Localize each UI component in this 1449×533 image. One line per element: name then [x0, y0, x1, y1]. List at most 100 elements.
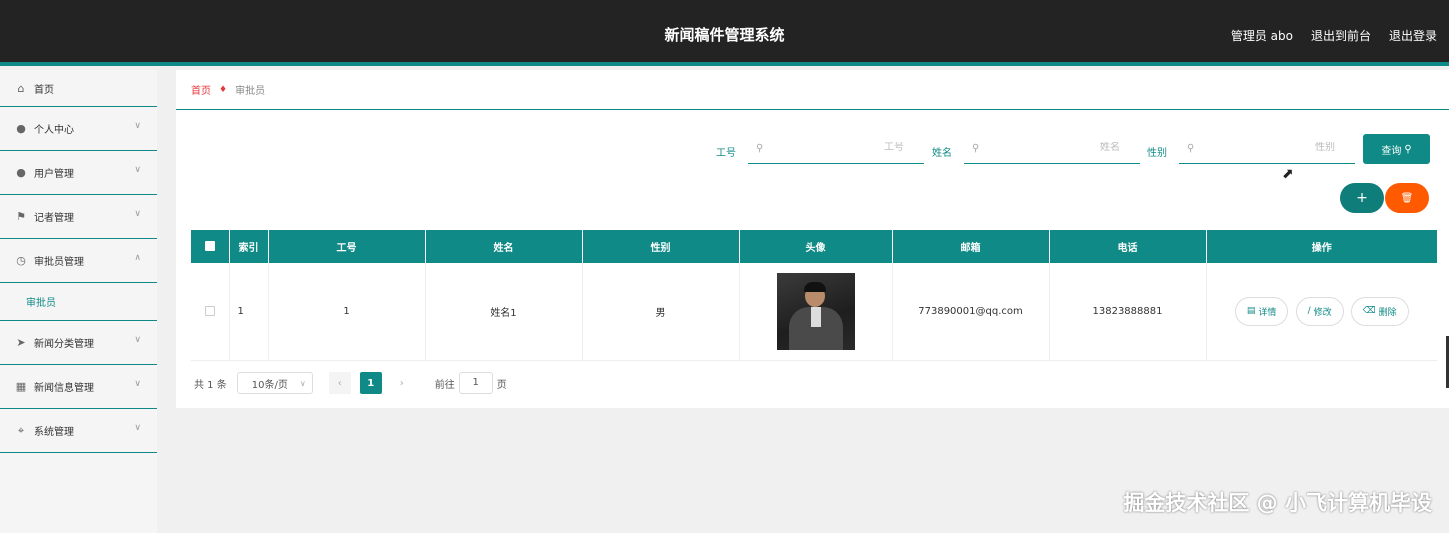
- cell-avatar: [739, 263, 893, 361]
- sidebar-item-label: 系统管理: [34, 427, 74, 438]
- cell-email: 773890001@qq.com: [892, 263, 1050, 361]
- main-area: 首页 ♦ 审批员 工号 ⚲ 姓名 ⚲ 性别 ⚲ 查询 ⚲: [176, 70, 1449, 410]
- sidebar-item-label: 用户管理: [34, 169, 74, 180]
- sidebar-item-home[interactable]: ⌂ 首页: [0, 70, 157, 107]
- col-header-name: 姓名: [425, 230, 583, 263]
- col-header-actions: 操作: [1206, 230, 1437, 263]
- document-icon: ▤: [1246, 306, 1256, 317]
- cell-job-no: 1: [268, 263, 426, 361]
- search-icon: ⚲: [972, 143, 980, 154]
- col-header-gender: 性别: [582, 230, 740, 263]
- goto-page-input[interactable]: 1: [458, 372, 493, 394]
- sidebar-item-system[interactable]: ⌖ 系统管理 ∨: [0, 409, 157, 453]
- table-header-row: 索引 工号 姓名 性别 头像 邮箱 电话 操作: [191, 230, 1437, 263]
- row-select-cell[interactable]: [191, 263, 230, 361]
- detail-button[interactable]: ▤ 详情: [1234, 296, 1289, 326]
- query-button[interactable]: 查询 ⚲: [1363, 134, 1430, 164]
- breadcrumb-separator-icon: ♦: [219, 84, 228, 95]
- query-button-label: 查询: [1381, 145, 1402, 157]
- sidebar-item-label: 个人中心: [34, 125, 74, 136]
- sidebar-item-label: 新闻信息管理: [34, 383, 94, 394]
- page-size-value: 10条/页: [251, 379, 288, 391]
- sidebar-subitem-approver[interactable]: 审批员: [0, 283, 157, 321]
- sidebar-item-label: 首页: [34, 84, 54, 96]
- page-size-select[interactable]: 10条/页 ∨: [236, 372, 313, 394]
- content-panel: 工号 ⚲ 姓名 ⚲ 性别 ⚲ 查询 ⚲ + 🗑: [176, 110, 1449, 408]
- flag-icon: ⚑: [16, 210, 26, 223]
- search-field-job-no[interactable]: ⚲: [748, 136, 924, 164]
- current-page-button[interactable]: 1: [359, 372, 382, 394]
- search-field-gender[interactable]: ⚲: [1179, 136, 1355, 164]
- search-icon: ⚲: [1187, 143, 1195, 154]
- crop-icon: ⌖: [17, 423, 25, 437]
- edit-button-label: 修改: [1313, 307, 1332, 318]
- logout-link[interactable]: 退出登录: [1389, 27, 1437, 44]
- send-icon: ➤: [16, 336, 26, 349]
- search-field-name[interactable]: ⚲: [964, 136, 1140, 164]
- clock-icon: ◷: [16, 254, 26, 267]
- sidebar-item-label: 新闻分类管理: [34, 339, 94, 350]
- breadcrumb-home[interactable]: 首页: [191, 82, 211, 97]
- select-all-checkbox[interactable]: [204, 241, 215, 251]
- sidebar-item-users[interactable]: ● 用户管理 ∨: [0, 151, 157, 195]
- gender-input[interactable]: [1205, 142, 1335, 153]
- edit-icon: ∕: [1307, 306, 1311, 317]
- sidebar-item-label: 审批员管理: [34, 257, 84, 268]
- trash-icon: ⌫: [1362, 306, 1376, 317]
- job-no-input[interactable]: [774, 142, 904, 153]
- total-count: 共 1 条: [194, 379, 227, 391]
- search-icon: ⚲: [1404, 143, 1412, 155]
- sidebar-item-label: 记者管理: [34, 213, 74, 224]
- sidebar-item-news-category[interactable]: ➤ 新闻分类管理 ∨: [0, 321, 157, 365]
- goto-label: 前往: [434, 379, 455, 391]
- chevron-down-icon: ∨: [134, 209, 141, 219]
- search-label-name: 姓名: [932, 148, 952, 159]
- row-delete-button[interactable]: ⌫ 删除: [1350, 296, 1409, 326]
- search-icon: ⚲: [756, 143, 764, 154]
- add-button[interactable]: +: [1340, 183, 1384, 213]
- edit-button[interactable]: ∕ 修改: [1295, 296, 1344, 326]
- sidebar-item-news-info[interactable]: ▦ 新闻信息管理 ∨: [0, 365, 157, 409]
- breadcrumb: 首页 ♦ 审批员: [176, 70, 1449, 110]
- mouse-cursor-icon: ⬈: [1282, 166, 1294, 182]
- back-to-front-link[interactable]: 退出到前台: [1311, 27, 1371, 44]
- delete-batch-button[interactable]: 🗑: [1385, 183, 1429, 213]
- col-header-job-no: 工号: [268, 230, 426, 263]
- name-input[interactable]: [990, 142, 1120, 153]
- col-header-phone: 电话: [1049, 230, 1207, 263]
- breadcrumb-current: 审批员: [235, 86, 266, 97]
- col-header-index: 索引: [229, 230, 269, 263]
- cell-gender: 男: [582, 263, 740, 361]
- table-row: 1 1 姓名1 男 773890001@qq.com 13823888881 ▤: [191, 263, 1437, 361]
- user-icon: ●: [16, 166, 26, 179]
- watermark: 掘金技术社区 @ 小飞计算机毕设: [1123, 491, 1432, 515]
- top-header: 新闻稿件管理系统 管理员 abo 退出到前台 退出登录: [0, 0, 1449, 66]
- header-actions: 管理员 abo 退出到前台 退出登录: [1231, 27, 1437, 44]
- avatar: [776, 272, 855, 350]
- search-label-gender: 性别: [1147, 148, 1167, 159]
- page-unit-label: 页: [496, 379, 507, 391]
- chevron-down-icon: ∨: [134, 165, 141, 175]
- detail-button-label: 详情: [1258, 307, 1277, 318]
- sidebar-item-approvers[interactable]: ◷ 审批员管理 ∧: [0, 239, 157, 283]
- row-checkbox[interactable]: [204, 305, 215, 316]
- chevron-down-icon: ∨: [134, 423, 141, 433]
- cell-phone: 13823888881: [1049, 263, 1207, 361]
- sidebar-item-reporters[interactable]: ⚑ 记者管理 ∨: [0, 195, 157, 239]
- sidebar: ⌂ 首页 ● 个人中心 ∨ ● 用户管理 ∨ ⚑ 记者管理 ∨ ◷ 审批员管理 …: [0, 70, 157, 533]
- col-header-email: 邮箱: [892, 230, 1050, 263]
- chevron-up-icon: ∧: [134, 253, 141, 263]
- col-header-avatar: 头像: [739, 230, 893, 263]
- sidebar-item-profile[interactable]: ● 个人中心 ∨: [0, 107, 157, 151]
- news-icon: ▦: [15, 380, 27, 393]
- next-page-button[interactable]: ›: [390, 372, 413, 394]
- cell-index: 1: [229, 263, 269, 361]
- user-icon: ●: [16, 122, 26, 135]
- delete-button-label: 删除: [1378, 307, 1397, 318]
- cell-name: 姓名1: [425, 263, 583, 361]
- select-all-cell[interactable]: [191, 230, 230, 263]
- pagination: 共 1 条 10条/页 ∨ ‹ 1 › 前往 1 页: [194, 372, 507, 394]
- prev-page-button[interactable]: ‹: [328, 372, 351, 394]
- chevron-down-icon: ∨: [134, 379, 141, 389]
- home-icon: ⌂: [17, 81, 25, 95]
